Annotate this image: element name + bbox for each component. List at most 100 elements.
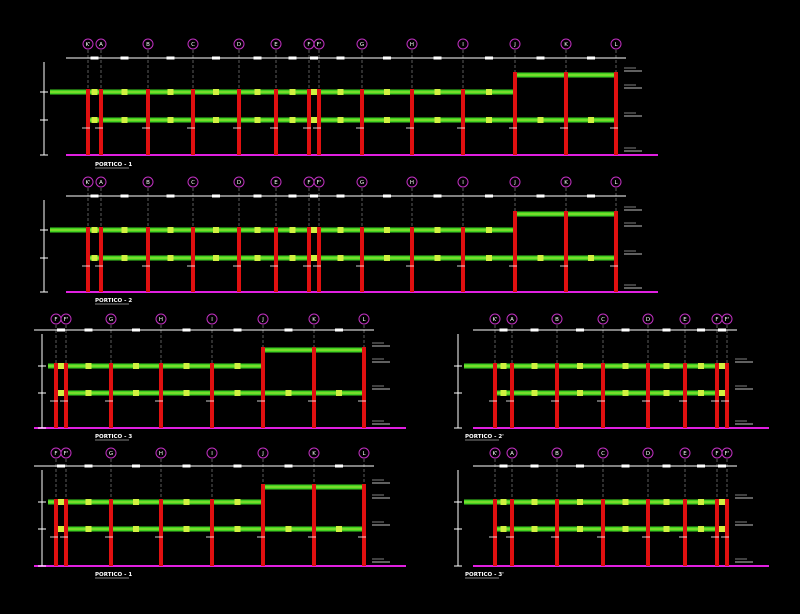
- beam-stiffener: [285, 526, 292, 532]
- axis-label: G: [360, 42, 364, 48]
- axis-label: D: [646, 317, 650, 323]
- dimension-tick: [718, 328, 726, 332]
- dimension-tick: [253, 56, 262, 60]
- dimension-tick: [310, 194, 318, 198]
- beam-stiffener: [337, 117, 344, 123]
- beam-stiffener: [234, 499, 241, 505]
- axis-label: E: [683, 317, 687, 323]
- column: [274, 227, 278, 292]
- axis-label: A: [510, 451, 514, 457]
- axis-label: F': [317, 42, 322, 48]
- axis-label: H: [410, 180, 414, 186]
- beam-stiffener: [183, 499, 190, 505]
- beam-stiffener: [577, 499, 583, 505]
- dimension-tick: [57, 328, 65, 332]
- column: [614, 72, 618, 155]
- beam-stiffener: [121, 227, 128, 233]
- beam-stiffener: [121, 117, 128, 123]
- axis-label: A: [510, 317, 514, 323]
- dimension-tick: [718, 464, 726, 468]
- dimension-tick: [697, 464, 705, 468]
- axis-label: G: [109, 317, 113, 323]
- dimension-tick: [182, 464, 191, 468]
- dimension-tick: [433, 56, 442, 60]
- beam-stiffener: [719, 390, 725, 396]
- column: [555, 363, 559, 428]
- beam-stiffener: [311, 117, 317, 123]
- beam-stiffener: [588, 117, 594, 123]
- beam-stiffener: [434, 89, 441, 95]
- axis-label: E: [683, 451, 687, 457]
- beam-stiffener: [384, 89, 390, 95]
- axis-label: K': [492, 451, 497, 457]
- column: [510, 363, 514, 428]
- dimension-tick: [336, 194, 345, 198]
- axis-label: H: [159, 317, 163, 323]
- column: [715, 499, 719, 566]
- dimension-tick: [120, 194, 129, 198]
- axis-label: K': [85, 180, 90, 186]
- frame-title: PORTICO - 2': [465, 434, 504, 440]
- beam-stiffener: [500, 363, 507, 369]
- beam-stiffener: [384, 117, 390, 123]
- axis-label: B: [555, 317, 559, 323]
- beam-stiffener: [285, 390, 292, 396]
- dimension-tick: [336, 56, 345, 60]
- dimension-tick: [587, 194, 595, 198]
- frame-title: PORTICO - 3': [465, 572, 504, 578]
- beam-stiffener: [531, 390, 538, 396]
- beam-stiffener: [486, 227, 492, 233]
- axis-label: A: [99, 180, 103, 186]
- axis-label: C: [191, 42, 195, 48]
- beam-stiffener: [531, 499, 538, 505]
- beam-stiffener: [213, 227, 219, 233]
- column: [317, 227, 321, 292]
- frame-title: PORTICO - 3: [95, 434, 132, 440]
- dimension-tick: [132, 464, 140, 468]
- beam-stiffener: [234, 526, 241, 532]
- column: [109, 499, 113, 566]
- column: [564, 72, 568, 155]
- beam-stiffener: [486, 89, 492, 95]
- axis-label: K': [85, 42, 90, 48]
- beam-stiffener: [58, 526, 64, 532]
- dimension-tick: [621, 464, 630, 468]
- axis-label: F': [725, 317, 730, 323]
- beam-stiffener: [698, 499, 704, 505]
- beam-stiffener: [289, 117, 296, 123]
- column: [191, 227, 195, 292]
- beam-stiffener: [588, 255, 594, 261]
- beam-stiffener: [622, 363, 629, 369]
- beam-stiffener: [384, 255, 390, 261]
- beam-stiffener: [213, 89, 219, 95]
- beam-stiffener: [133, 499, 139, 505]
- column: [210, 499, 214, 566]
- axis-label: H: [410, 42, 414, 48]
- beam-stiffener: [91, 117, 98, 123]
- dimension-tick: [335, 328, 343, 332]
- dimension-tick: [662, 464, 671, 468]
- dimension-tick: [530, 328, 539, 332]
- axis-label: F': [725, 451, 730, 457]
- axis-label: E: [274, 180, 278, 186]
- column: [312, 347, 316, 428]
- column: [683, 363, 687, 428]
- beam-stiffener: [336, 526, 342, 532]
- column: [715, 363, 719, 428]
- axis-label: J: [261, 451, 264, 457]
- column: [461, 89, 465, 155]
- beam-stiffener: [663, 499, 670, 505]
- beam-stiffener: [167, 227, 174, 233]
- dimension-tick: [288, 56, 297, 60]
- beam-stiffener: [91, 255, 98, 261]
- column: [307, 227, 311, 292]
- beam-stiffener: [337, 255, 344, 261]
- beam-stiffener: [698, 363, 704, 369]
- axis-label: B: [555, 451, 559, 457]
- axis-label: K: [564, 180, 568, 186]
- dimension-tick: [284, 464, 293, 468]
- structural-drawing: K' A B C D E F F' G H I J K LPORTICO - 1K' A B C D E F F' G H I…: [0, 0, 800, 614]
- column: [555, 499, 559, 566]
- dimension-tick: [233, 328, 242, 332]
- column: [564, 211, 568, 292]
